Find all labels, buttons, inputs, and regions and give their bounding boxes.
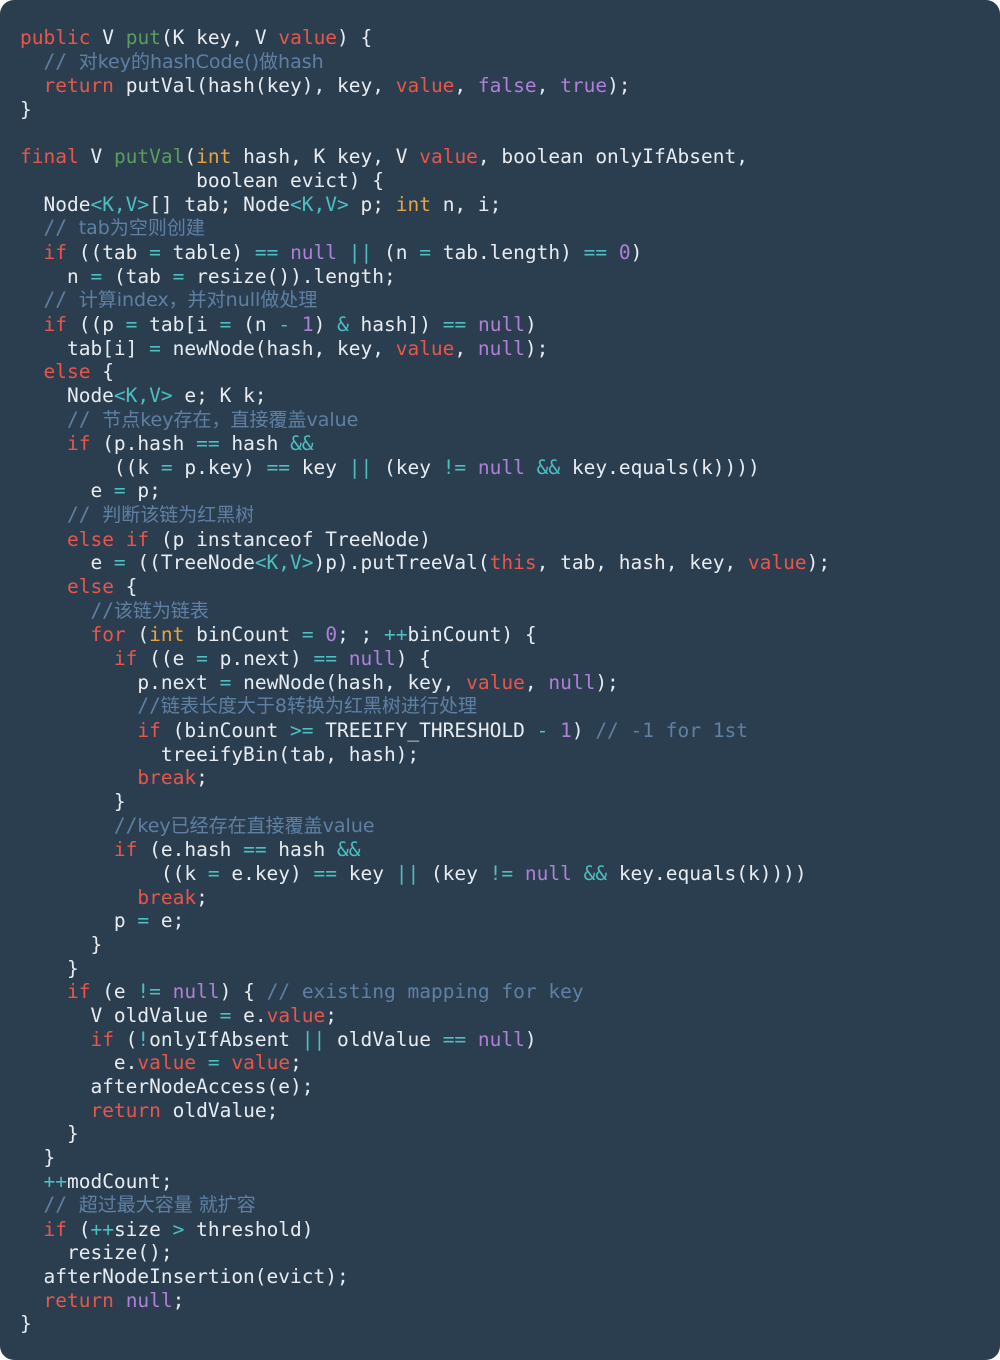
code-line: afterNodeInsertion(evict); [20,1265,349,1289]
code-line: } [20,1122,79,1146]
code-line: return oldValue; [90,1098,279,1122]
code-line: if ((e = p.next) == null) { [113,647,431,671]
code-line: //该链为链表 [20,598,209,622]
code-line: else if (p instanceof TreeNode) [66,527,431,551]
code-line: if ((p = tab[i = (n - 1) & hash]) == nul… [43,312,537,336]
code-line: // tab为空则创建 [20,216,205,240]
code-line: } [20,956,79,980]
code-line: n = (tab = resize()).length; [20,264,396,288]
code-line: if (++size > threshold) [43,1217,314,1241]
code-line: } [20,97,32,121]
code-line: ++modCount; [43,1169,173,1193]
code-line: break; [137,885,208,909]
code-line: // 判断该链为红黑树 [20,503,255,527]
code-line: break; [137,766,208,790]
code-line: if (e != null) { // existing mapping for… [66,980,584,1004]
code-line: if (!onlyIfAbsent || oldValue == null) [90,1027,537,1051]
code-line: V oldValue = e.value; [20,1003,338,1027]
code-line: Node<K,V> e; K k; [20,383,267,407]
code-line: return null; [43,1288,185,1312]
code-line: } [20,1145,56,1169]
code-line: } [20,790,126,813]
code-line: if (p.hash == hash && [66,432,314,456]
code-line: // 计算index，并对null做处理 [20,288,318,312]
java-source-code[interactable]: public V put(K key, V value) { // 对key的h… [0,26,1000,1336]
code-line: } [20,932,103,956]
code-line: e = ((TreeNode<K,V>)p).putTreeVal(this, … [20,551,831,575]
code-line: } [20,1312,32,1336]
code-line: public V put(K key, V value) { [20,26,373,49]
code-line: return putVal(hash(key), key, value, fal… [43,74,631,98]
code-line: else { [66,575,138,599]
code-line: e = p; [20,479,161,503]
code-line: treeifyBin(tab, hash); [20,742,420,766]
code-line: ((k = p.key) == key || (key != null && k… [20,455,760,479]
code-line: p.next = newNode(hash, key, value, null)… [20,670,619,694]
code-line: e.value = value; [20,1051,302,1075]
code-line: for (int binCount = 0; ; ++binCount) { [90,623,537,647]
code-line: final V putVal(int hash, K key, V value,… [20,145,748,169]
code-line: if (binCount >= TREEIFY_THRESHOLD - 1) /… [137,719,748,743]
code-line: Node<K,V>[] tab; Node<K,V> p; int n, i; [20,192,502,216]
code-screenshot-card: public V put(K key, V value) { // 对key的h… [0,0,1000,1360]
code-line: if ((tab = table) == null || (n = tab.le… [43,240,643,264]
code-line: if (e.hash == hash && [113,838,361,862]
code-line: p = e; [20,909,185,933]
code-line: // 超过最大容量 就扩容 [20,1193,256,1217]
code-line: // 对key的hashCode()做hash [20,49,324,73]
code-line: //链表长度大于8转换为红黑树进行处理 [20,694,477,718]
code-line: tab[i] = newNode(hash, key, value, null)… [20,336,549,360]
code-line: //key已经存在直接覆盖value [20,813,375,837]
code-line: ((k = e.key) == key || (key != null && k… [20,861,807,885]
code-line: else { [43,360,114,384]
code-line: resize(); [20,1241,173,1265]
code-line: boolean evict) { [20,168,384,192]
code-line: // 节点key存在，直接覆盖value [20,407,359,431]
code-line: afterNodeAccess(e); [20,1074,314,1098]
